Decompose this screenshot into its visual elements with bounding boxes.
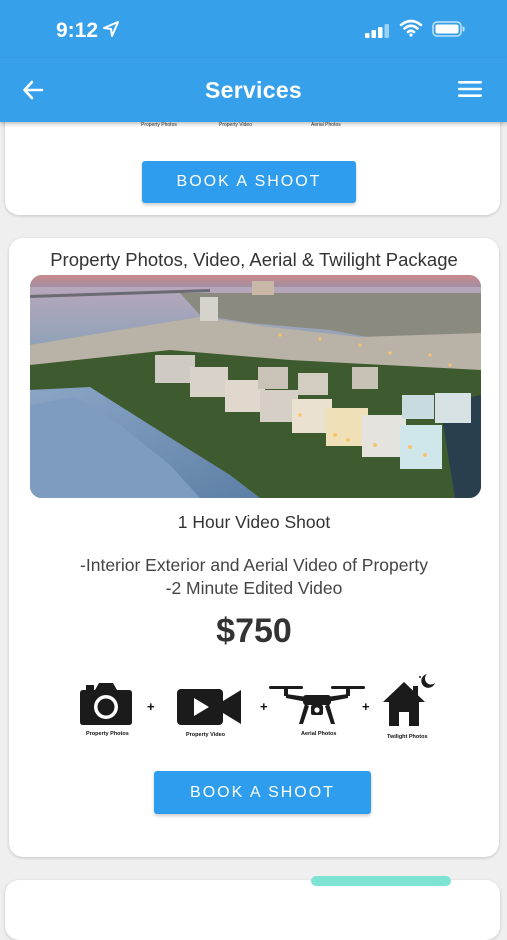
camera-icon (80, 683, 132, 725)
plus-separator: + (147, 699, 155, 714)
status-bar: 9:12 (0, 0, 507, 58)
aerial-property-photo (30, 275, 481, 498)
icon-label: Property Photos (86, 731, 129, 737)
status-time: 9:12 (56, 19, 99, 42)
video-camera-icon (177, 689, 241, 725)
service-card-package: Property Photos, Video, Aerial & Twiligh… (9, 238, 499, 857)
cellular-signal-icon (365, 24, 389, 38)
icon-label: Property Video (219, 122, 252, 128)
package-description: -Interior Exterior and Aerial Video of P… (9, 554, 499, 600)
location-arrow-icon (103, 21, 119, 37)
card-accent-tab (311, 876, 451, 886)
icon-label: Aerial Photos (301, 731, 337, 737)
package-subtitle: 1 Hour Video Shoot (177, 512, 331, 532)
icon-label: Property Video (186, 732, 226, 738)
hamburger-menu-icon[interactable] (458, 80, 482, 98)
plus-separator: + (362, 699, 370, 714)
battery-icon (432, 21, 465, 37)
drone-icon (269, 686, 365, 724)
page-title: Services (204, 77, 303, 103)
wifi-icon (399, 19, 423, 37)
app-bar: Services (0, 58, 507, 122)
included-services-row: Property Photos + Property Video + Aeria… (9, 668, 499, 748)
package-title: Property Photos, Video, Aerial & Twiligh… (50, 249, 458, 270)
icon-label: Property Photos (141, 122, 177, 128)
book-shoot-button[interactable]: BOOK A SHOOT (142, 161, 356, 203)
book-shoot-button[interactable]: BOOK A SHOOT (154, 771, 371, 814)
description-line: -Interior Exterior and Aerial Video of P… (80, 555, 428, 575)
service-card-next (5, 876, 500, 940)
icon-label: Twilight Photos (387, 734, 428, 740)
house-moon-icon (383, 674, 435, 726)
icon-label: Aerial Photos (311, 122, 341, 128)
package-price: $750 (216, 612, 292, 650)
description-line: -2 Minute Edited Video (165, 578, 343, 598)
